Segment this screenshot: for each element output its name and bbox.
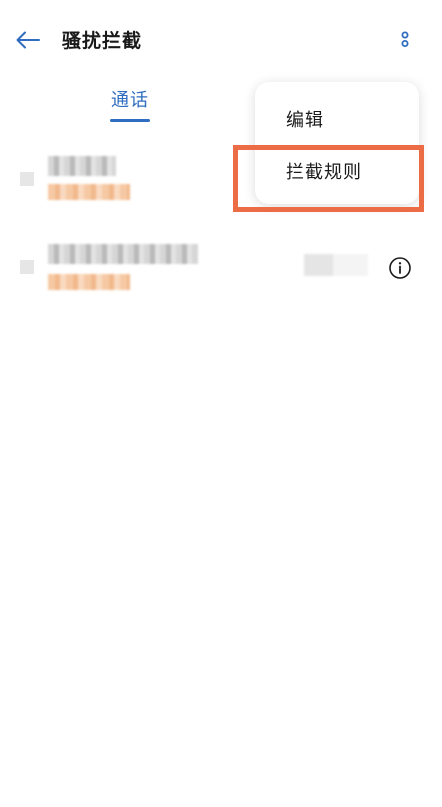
call-info-button[interactable] xyxy=(388,256,412,280)
avatar xyxy=(20,260,34,274)
menu-item-edit-label: 编辑 xyxy=(286,110,324,131)
more-vertical-icon xyxy=(401,31,409,47)
arrow-left-icon xyxy=(16,31,40,49)
tab-calls[interactable]: 通话 xyxy=(96,86,164,112)
menu-item-edit[interactable]: 编辑 xyxy=(255,90,419,146)
avatar xyxy=(20,172,34,186)
info-icon xyxy=(389,257,411,279)
page-title: 骚扰拦截 xyxy=(62,30,143,52)
menu-item-block-rules[interactable]: 拦截规则 xyxy=(255,142,419,198)
more-options-button[interactable] xyxy=(392,26,418,52)
call-time xyxy=(304,254,368,276)
tab-calls-label: 通话 xyxy=(111,90,149,111)
call-list-item[interactable] xyxy=(0,240,442,320)
app-header: 骚扰拦截 xyxy=(0,0,442,80)
overflow-menu: 编辑 拦截规则 xyxy=(255,82,419,204)
call-subtitle xyxy=(48,184,130,200)
tab-active-indicator xyxy=(110,119,150,122)
menu-item-block-rules-label: 拦截规则 xyxy=(286,162,362,183)
caller-name xyxy=(48,244,198,264)
back-button[interactable] xyxy=(12,24,44,56)
caller-name xyxy=(48,156,116,176)
call-subtitle xyxy=(48,274,130,290)
